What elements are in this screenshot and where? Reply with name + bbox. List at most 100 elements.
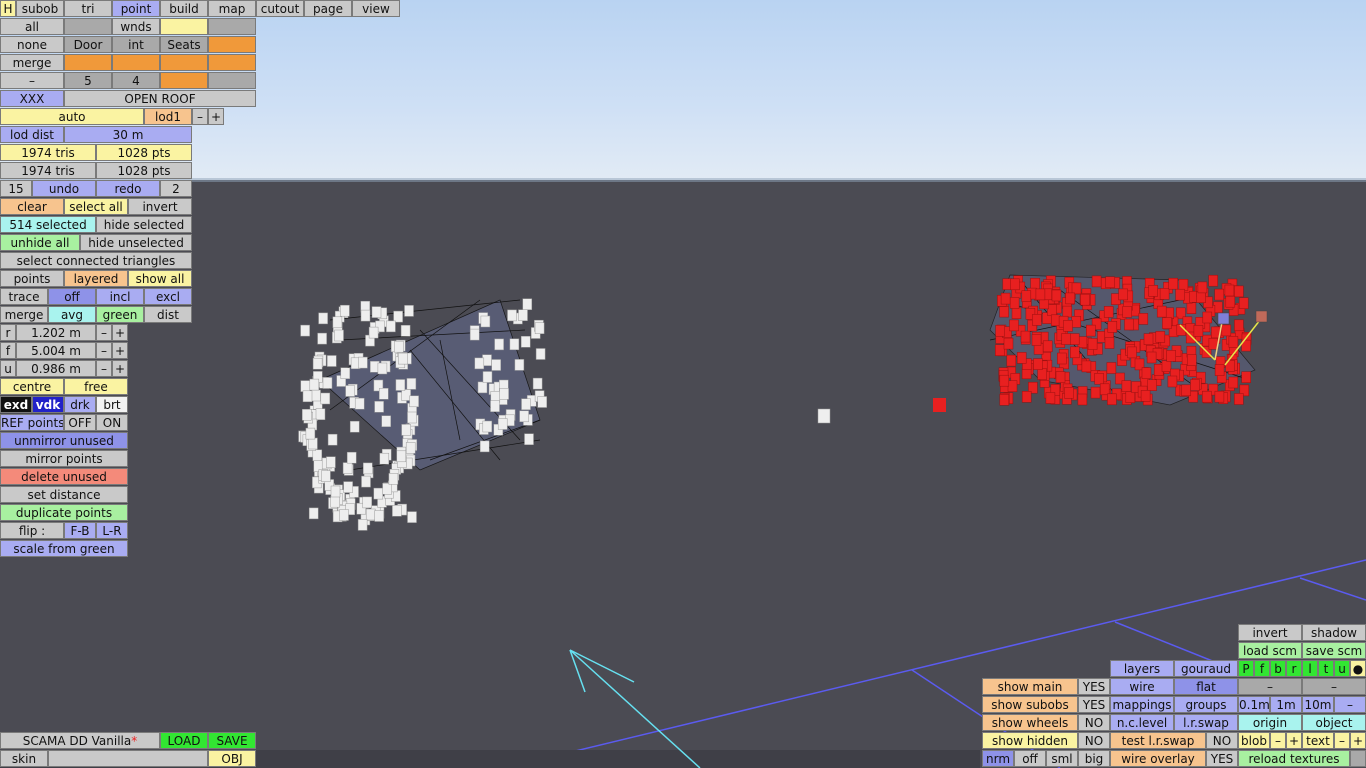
vertex-point[interactable] <box>1214 364 1225 376</box>
vertex-point[interactable] <box>381 415 391 427</box>
vertex-point[interactable] <box>1009 319 1019 332</box>
vertex-point[interactable] <box>477 381 488 394</box>
view-dot-button[interactable]: ● <box>1350 660 1366 677</box>
vertex-point[interactable] <box>524 433 534 445</box>
vertex-point[interactable] <box>1031 334 1042 346</box>
vertex-point[interactable] <box>474 357 485 370</box>
trace-off-button[interactable]: off <box>48 288 96 305</box>
vertex-point[interactable] <box>507 309 517 322</box>
vertex-point[interactable] <box>365 508 376 521</box>
vertex-point[interactable] <box>393 310 403 323</box>
vertex-point[interactable] <box>1166 350 1176 362</box>
vertex-point[interactable] <box>1167 375 1178 388</box>
invert-view-button[interactable]: invert <box>1238 624 1302 641</box>
vertex-point[interactable] <box>368 326 379 339</box>
mirror-points-button[interactable]: mirror points <box>0 450 128 467</box>
vertex-point[interactable] <box>334 329 344 342</box>
menu-view[interactable]: view <box>352 0 400 17</box>
vertex-point[interactable] <box>317 332 327 345</box>
obj-button[interactable]: OBJ <box>208 750 256 767</box>
vertex-point[interactable] <box>497 418 508 430</box>
vertex-point[interactable] <box>995 325 1005 337</box>
vertex-point[interactable] <box>1159 288 1170 300</box>
object-button[interactable]: object <box>1302 714 1366 731</box>
vertex-point[interactable] <box>305 427 316 440</box>
vertex-point[interactable] <box>482 371 493 383</box>
ref-points-button[interactable]: REF points <box>0 414 64 431</box>
menu-cutout[interactable]: cutout <box>256 0 304 17</box>
vertex-point[interactable] <box>1051 289 1062 302</box>
vertex-point[interactable] <box>322 377 333 389</box>
set-distance-button[interactable]: set distance <box>0 486 128 503</box>
vertex-point[interactable] <box>320 392 331 405</box>
view-minus-1[interactable]: – <box>1238 678 1302 695</box>
group-slot-1[interactable] <box>64 18 112 35</box>
lod-dist-label[interactable]: lod dist <box>0 126 64 143</box>
vertex-point[interactable] <box>995 344 1005 356</box>
coord-r-value[interactable]: 1.202 m <box>16 324 96 341</box>
wire-button[interactable]: wire <box>1110 678 1174 695</box>
select-connected-triangles-button[interactable]: select connected triangles <box>0 252 192 269</box>
vertex-point[interactable] <box>1107 321 1118 333</box>
vertex-point[interactable] <box>1007 380 1018 392</box>
vertex-point[interactable] <box>1091 275 1102 288</box>
vertex-point[interactable] <box>327 433 338 446</box>
vertex-point[interactable] <box>315 408 326 420</box>
vertex-point[interactable] <box>1127 346 1137 359</box>
vertex-point[interactable] <box>1214 288 1224 301</box>
group-seats[interactable]: Seats <box>160 36 208 53</box>
vertex-point[interactable] <box>1190 379 1200 391</box>
vertex-point[interactable] <box>1057 352 1067 365</box>
vertex-point[interactable] <box>1035 288 1046 301</box>
vertex-point[interactable] <box>1234 319 1244 332</box>
view-b-button[interactable]: b <box>1270 660 1286 677</box>
show-main-toggle[interactable]: YES <box>1078 678 1110 695</box>
invert-selection-button[interactable]: invert <box>128 198 192 215</box>
vertex-point[interactable] <box>1193 325 1204 337</box>
vertex-point[interactable] <box>1064 387 1074 399</box>
flip-lr-button[interactable]: L-R <box>96 522 128 539</box>
vertex-point[interactable] <box>358 356 368 369</box>
show-wheels-label[interactable]: show wheels <box>982 714 1078 731</box>
reload-textures-extra[interactable] <box>1350 750 1366 767</box>
vertex-point[interactable] <box>409 395 419 408</box>
coord-u-value[interactable]: 0.986 m <box>16 360 96 377</box>
vertex-point[interactable] <box>1202 311 1213 324</box>
vertex-point[interactable] <box>342 462 353 474</box>
group-door[interactable]: Door <box>64 36 112 53</box>
menu-build[interactable]: build <box>160 0 208 17</box>
blob-plus-button[interactable]: + <box>1286 732 1302 749</box>
flip-fb-button[interactable]: F-B <box>64 522 96 539</box>
vertex-point[interactable] <box>1042 340 1053 353</box>
group-dash[interactable]: – <box>0 72 64 89</box>
gouraud-button[interactable]: gouraud <box>1174 660 1238 677</box>
vertex-point[interactable] <box>1155 331 1166 343</box>
vertex-point[interactable] <box>1228 336 1239 348</box>
vertex-point[interactable] <box>514 359 525 371</box>
vertex-point[interactable] <box>537 396 547 408</box>
trace-button[interactable]: trace <box>0 288 48 305</box>
text-label[interactable]: text <box>1302 732 1334 749</box>
vertex-point[interactable] <box>1062 305 1073 318</box>
vertex-point[interactable] <box>1071 282 1082 295</box>
vertex-point[interactable] <box>1080 293 1090 306</box>
grid-10m-button[interactable]: 10m <box>1302 696 1334 713</box>
menu-page[interactable]: page <box>304 0 352 17</box>
vertex-point[interactable] <box>312 357 323 370</box>
vertex-point[interactable] <box>377 362 388 375</box>
sml-button[interactable]: sml <box>1046 750 1078 767</box>
vertex-point[interactable] <box>1000 292 1011 305</box>
vertex-point[interactable] <box>480 315 491 328</box>
show-hidden-label[interactable]: show hidden <box>982 732 1078 749</box>
vertex-point[interactable] <box>490 400 500 412</box>
vertex-point[interactable] <box>1234 285 1244 298</box>
vertex-point[interactable] <box>406 378 417 390</box>
view-f-button[interactable]: f <box>1254 660 1270 677</box>
vertex-point[interactable] <box>1011 307 1022 319</box>
vertex-point[interactable] <box>499 388 509 400</box>
vertex-point[interactable] <box>1032 314 1042 326</box>
coord-f-minus[interactable]: – <box>96 342 112 359</box>
grid-0-1m-button[interactable]: 0.1m <box>1238 696 1270 713</box>
vertex-point[interactable] <box>1009 297 1020 309</box>
scale-from-green-button[interactable]: scale from green <box>0 540 128 557</box>
